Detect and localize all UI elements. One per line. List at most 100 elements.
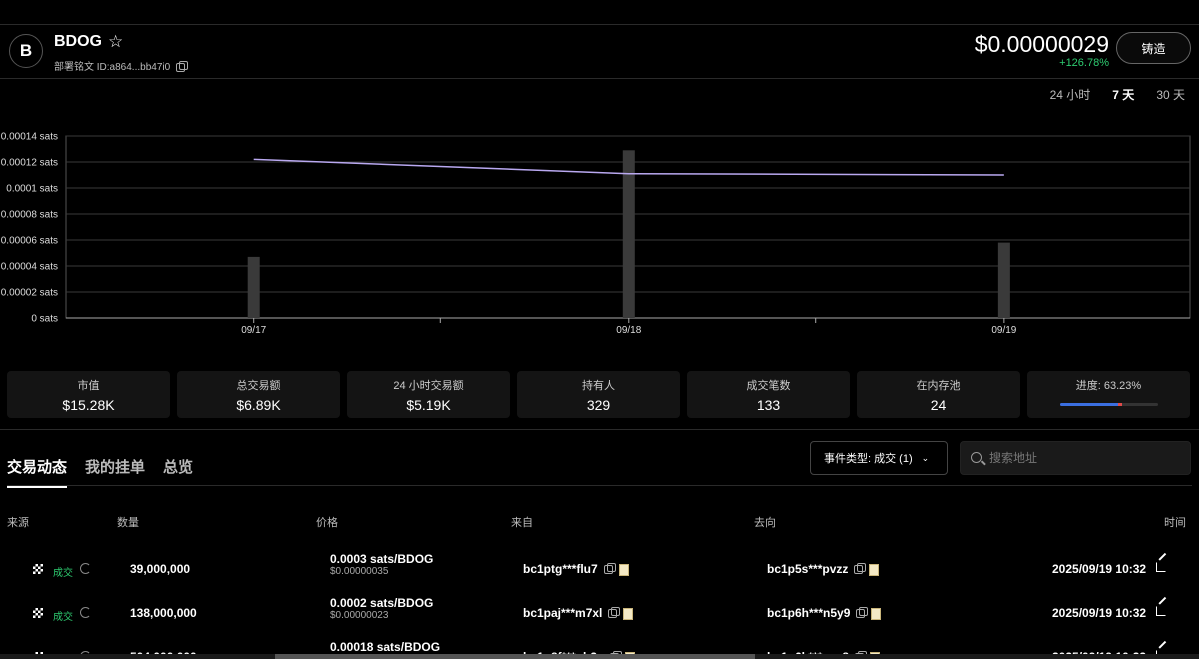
stat-value: 329: [586, 397, 611, 413]
unit-price: 0.0003 sats/BDOG: [330, 552, 434, 566]
to-address: bc1p6h***n5y9: [767, 606, 882, 620]
to-address-text[interactable]: bc1p5s***pvzz: [767, 562, 848, 576]
copy-icon[interactable]: [176, 60, 189, 72]
copy-icon[interactable]: [608, 607, 621, 619]
y-tick-label: 0.0001 sats: [6, 184, 58, 195]
quantity: 39,000,000: [130, 562, 191, 576]
stat-label: 进度: 63.23%: [1075, 380, 1142, 392]
col-to: 去向: [754, 517, 776, 529]
search-input[interactable]: [989, 442, 1184, 474]
col-time: 时间: [1164, 517, 1186, 529]
y-tick-label: 0.00008 sats: [1, 210, 58, 221]
volume-bar: [997, 242, 1010, 318]
col-price: 价格: [316, 517, 338, 529]
price-change: +126.78%: [1059, 57, 1109, 69]
event-type-label: 事件类型: 成交 (1): [824, 453, 913, 465]
stat-value: 133: [756, 397, 781, 413]
trade-time: 2025/09/19 10:32: [1052, 606, 1147, 620]
volume-bar: [247, 256, 260, 318]
event-type: 成交: [53, 568, 73, 579]
range-7d[interactable]: 7 天: [1112, 86, 1134, 103]
stat-24h-volume: 24 小时交易额 $5.19K: [347, 371, 510, 418]
token-price: $0.00000029: [974, 31, 1109, 57]
stat-label: 持有人: [582, 380, 615, 392]
activity-tabs: 交易动态 我的挂单 总览: [7, 456, 193, 488]
stat-progress: 进度: 63.23%: [1027, 371, 1190, 418]
chevron-down-icon: ⌄: [921, 452, 930, 463]
y-tick-label: 0.00006 sats: [1, 236, 58, 247]
stat-label: 24 小时交易额: [393, 380, 464, 392]
stat-value: 24: [930, 397, 947, 413]
from-address: bc1paj***m7xl: [523, 606, 634, 620]
y-tick-label: 0.00002 sats: [1, 288, 58, 299]
progress-fill: [1059, 403, 1122, 406]
from-address: bc1ptg***flu7: [523, 562, 629, 576]
external-link-icon[interactable]: [1156, 562, 1166, 572]
stat-total-volume: 总交易额 $6.89K: [177, 371, 340, 418]
time-range-selector: 24 小时 7 天 30 天: [1050, 86, 1185, 103]
stat-trades: 成交笔数 133: [687, 371, 850, 418]
y-tick-label: 0 sats: [31, 314, 58, 325]
from-address-text[interactable]: bc1ptg***flu7: [523, 562, 598, 576]
mint-button[interactable]: 铸造: [1116, 32, 1191, 64]
table-row: 成交 138,000,000 0.0002 sats/BDOG $0.00000…: [0, 596, 1199, 642]
tabs-underline: [7, 485, 1192, 486]
col-from: 来自: [511, 517, 533, 529]
col-source: 来源: [7, 517, 29, 529]
range-30d[interactable]: 30 天: [1156, 86, 1185, 103]
status-spinner-icon: [80, 607, 91, 618]
scrollbar-thumb[interactable]: [275, 654, 755, 659]
trade-time: 2025/09/19 10:32: [1052, 562, 1147, 576]
x-tick-label: 09/17: [241, 325, 266, 336]
horizontal-scrollbar[interactable]: [0, 654, 1199, 659]
stat-value: $15.28K: [62, 397, 115, 413]
marketplace-icon: [33, 564, 43, 574]
status-spinner-icon: [80, 563, 91, 574]
range-24h[interactable]: 24 小时: [1050, 86, 1091, 103]
stat-label: 市值: [77, 380, 100, 392]
star-icon[interactable]: ☆: [108, 32, 123, 52]
memo-icon[interactable]: [623, 607, 634, 620]
unit-price: 0.00018 sats/BDOG: [330, 640, 441, 654]
to-address: bc1p5s***pvzz: [767, 562, 880, 576]
stat-label: 在内存池: [916, 380, 961, 392]
copy-icon[interactable]: [854, 563, 867, 575]
tab-activity[interactable]: 交易动态: [7, 456, 68, 488]
y-tick-label: 0.00004 sats: [1, 262, 58, 273]
price-chart: 0 sats 0.00002 sats 0.00004 sats 0.00006 sa…: [1, 132, 1191, 336]
event-type: 成交: [53, 612, 73, 623]
tab-overview[interactable]: 总览: [163, 456, 193, 488]
usd-price: $0.00000035: [330, 566, 389, 577]
tab-my-orders[interactable]: 我的挂单: [85, 456, 145, 488]
x-tick-label: 09/19: [991, 325, 1016, 336]
token-avatar: B: [9, 34, 43, 68]
section-divider: [0, 429, 1199, 430]
token-name: BDOG: [54, 33, 102, 50]
usd-price: $0.00000023: [330, 610, 389, 621]
progress-bar: [1059, 403, 1158, 406]
copy-icon[interactable]: [603, 563, 616, 575]
stat-label: 总交易额: [236, 380, 281, 392]
external-link-icon[interactable]: [1156, 606, 1166, 616]
stat-label: 成交笔数: [746, 380, 791, 392]
copy-icon[interactable]: [856, 607, 869, 619]
quantity: 138,000,000: [130, 606, 197, 620]
unit-price: 0.0002 sats/BDOG: [330, 596, 434, 610]
marketplace-icon: [33, 608, 43, 618]
stat-holders: 持有人 329: [517, 371, 680, 418]
from-address-text[interactable]: bc1paj***m7xl: [523, 606, 602, 620]
stats-bar: 市值 $15.28K 总交易额 $6.89K 24 小时交易额 $5.19K 持有人 3…: [7, 371, 1190, 418]
inscription-id: 部署铭文 ID:a864...bb47i0: [54, 58, 189, 73]
memo-icon[interactable]: [869, 563, 880, 576]
volume-bar: [622, 150, 635, 318]
col-quantity: 数量: [117, 517, 139, 529]
event-type-dropdown[interactable]: 事件类型: 成交 (1) ⌄: [810, 441, 948, 475]
stat-mempool: 在内存池 24: [857, 371, 1020, 418]
search-box: [960, 441, 1191, 475]
progress-tip: [1117, 403, 1122, 406]
memo-icon[interactable]: [871, 607, 882, 620]
stat-value: $5.19K: [406, 397, 451, 413]
to-address-text[interactable]: bc1p6h***n5y9: [767, 606, 850, 620]
memo-icon[interactable]: [618, 563, 629, 576]
inscription-label: 部署铭文 ID:a864...bb47i0: [54, 62, 171, 73]
